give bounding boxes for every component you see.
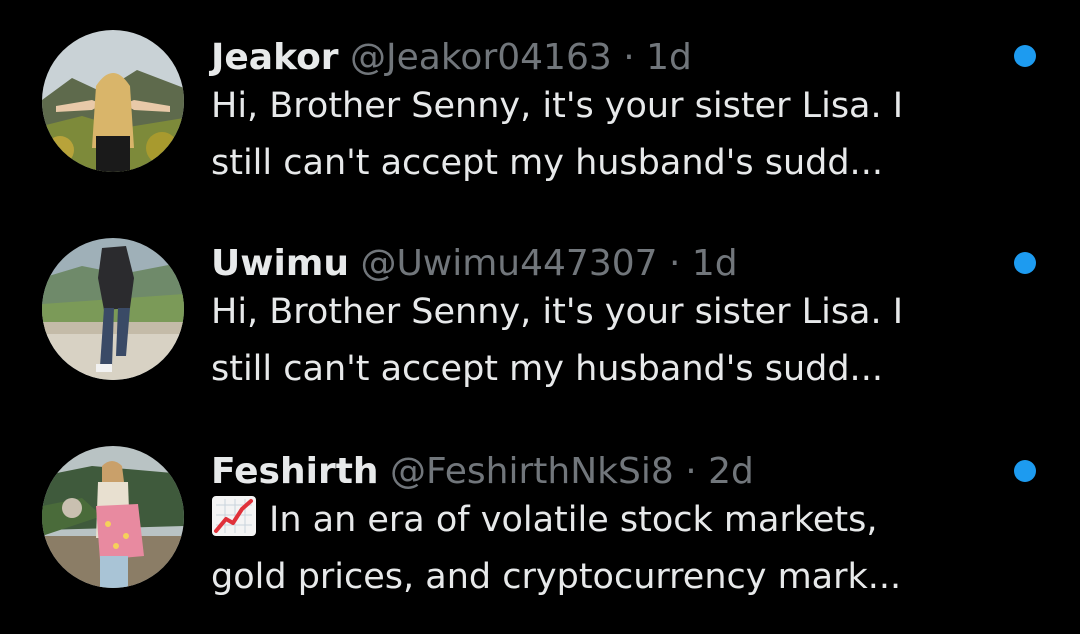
- message-header: Feshirth @FeshirthNkSi8 · 2d: [211, 450, 754, 494]
- unread-indicator-dot: [1014, 252, 1036, 274]
- preview-line-1-text: In an era of volatile stock markets,: [269, 500, 878, 540]
- timestamp: 2d: [708, 451, 754, 492]
- sender-name[interactable]: Feshirth: [211, 451, 379, 492]
- preview-line-2: still can't accept my husband's sudd...: [211, 143, 883, 183]
- preview-line-1: Hi, Brother Senny, it's your sister Lisa…: [211, 292, 904, 332]
- sender-handle[interactable]: @Jeakor04163: [350, 37, 612, 78]
- avatar-image: [42, 30, 184, 172]
- timestamp: 1d: [646, 37, 692, 78]
- message-preview: Hi, Brother Senny, it's your sister Lisa…: [211, 284, 1001, 398]
- message-preview: In an era of volatile stock markets, gol…: [211, 492, 1001, 606]
- separator-dot: ·: [669, 243, 681, 284]
- message-header: Jeakor @Jeakor04163 · 1d: [211, 36, 692, 80]
- timestamp: 1d: [691, 243, 738, 284]
- avatar-image: [42, 238, 184, 380]
- sender-name[interactable]: Uwimu: [211, 243, 349, 284]
- sender-handle[interactable]: @Uwimu447307: [360, 243, 657, 284]
- preview-line-1: In an era of volatile stock markets,: [211, 492, 1001, 549]
- unread-indicator-dot: [1014, 460, 1036, 482]
- preview-line-1: Hi, Brother Senny, it's your sister Lisa…: [211, 86, 904, 126]
- unread-indicator-dot: [1014, 45, 1036, 67]
- avatar[interactable]: [42, 446, 184, 588]
- separator-dot: ·: [685, 451, 697, 492]
- avatar[interactable]: [42, 30, 184, 172]
- preview-line-2: gold prices, and cryptocurrency mark...: [211, 557, 902, 597]
- separator-dot: ·: [623, 37, 635, 78]
- conversation-item-jeakor[interactable]: Jeakor @Jeakor04163 · 1d Hi, Brother Sen…: [0, 0, 1080, 200]
- avatar-image: [42, 446, 184, 588]
- conversation-item-uwimu[interactable]: Uwimu @Uwimu447307 · 1d Hi, Brother Senn…: [0, 208, 1080, 408]
- chart-increasing-emoji-icon: [212, 496, 256, 536]
- sender-handle[interactable]: @FeshirthNkSi8: [390, 451, 674, 492]
- preview-line-2: still can't accept my husband's sudd...: [211, 349, 883, 389]
- message-preview: Hi, Brother Senny, it's your sister Lisa…: [211, 78, 1001, 192]
- avatar[interactable]: [42, 238, 184, 380]
- message-header: Uwimu @Uwimu447307 · 1d: [211, 242, 738, 286]
- sender-name[interactable]: Jeakor: [211, 37, 339, 78]
- conversation-item-feshirth[interactable]: Feshirth @FeshirthNkSi8 · 2d In an era o…: [0, 416, 1080, 616]
